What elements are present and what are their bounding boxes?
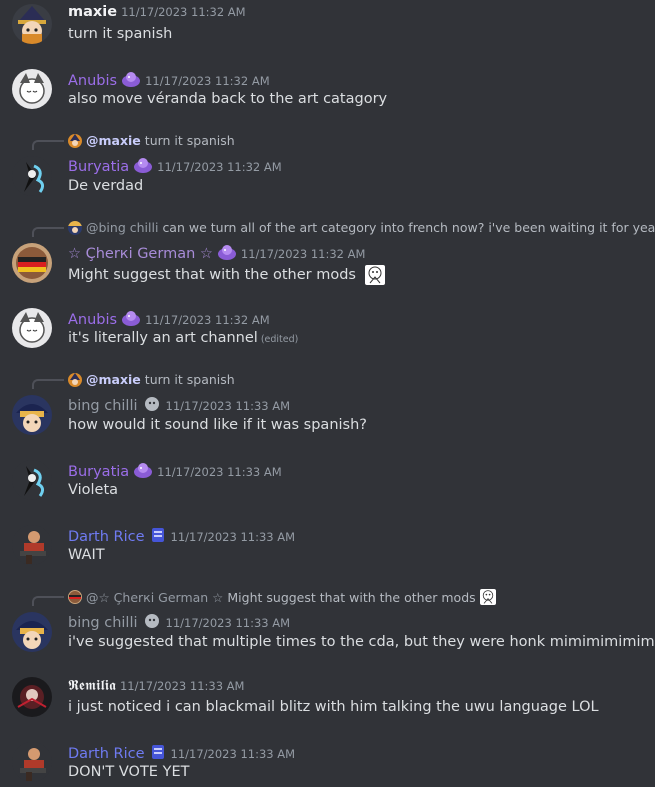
role-icon — [142, 612, 162, 634]
timestamp: 11/17/2023 11:33 AM — [170, 530, 296, 544]
reply-spine — [32, 596, 64, 606]
author-name[interactable]: bing chilli — [68, 615, 138, 631]
avatar[interactable] — [12, 460, 52, 500]
avatar[interactable] — [12, 742, 52, 782]
avatar[interactable] — [12, 69, 52, 109]
timestamp: 11/17/2023 11:33 AM — [165, 399, 291, 413]
message-text: how would it sound like if it was spanis… — [68, 417, 367, 433]
role-icon — [142, 395, 162, 417]
reply-text: turn it spanish — [144, 372, 235, 387]
message-text: De verdad — [68, 178, 144, 194]
author-name[interactable]: Buryatia — [68, 464, 129, 480]
avatar[interactable] — [12, 4, 52, 44]
author-name[interactable]: Darth Rice — [68, 746, 145, 762]
role-icon — [121, 70, 141, 92]
reply-avatar — [68, 372, 82, 387]
author-name[interactable]: Anubis — [68, 312, 117, 328]
message-text-content: it's literally an art channel — [68, 330, 258, 346]
reply-mention[interactable]: @☆ Çherкi German ☆ — [86, 590, 223, 605]
role-icon — [133, 461, 153, 483]
timestamp: 11/17/2023 11:32 AM — [145, 313, 270, 327]
author-name[interactable]: 𝕽𝖊𝖒𝖎𝖑𝖎𝖆 — [68, 678, 116, 694]
message-text: Violeta — [68, 482, 119, 498]
edited-label: (edited) — [260, 334, 299, 345]
message-text: WAIT — [68, 547, 105, 563]
author-name[interactable]: Buryatia — [68, 159, 129, 175]
timestamp: 11/17/2023 11:33 AM — [119, 679, 245, 693]
author-name[interactable]: ☆ Çherкi German ☆ — [68, 246, 213, 262]
reply-avatar — [68, 590, 82, 604]
face-emoji-icon — [479, 589, 496, 605]
timestamp: 11/17/2023 11:32 AM — [240, 247, 366, 261]
reply-preview[interactable]: @maxie turn it spanish — [68, 372, 235, 387]
timestamp: 11/17/2023 11:32 AM — [121, 5, 246, 19]
message-text: Might suggest that with the other mods — [68, 265, 385, 285]
avatar[interactable] — [12, 395, 52, 435]
reply-spine — [32, 379, 64, 389]
author-name[interactable]: bing chilli — [68, 398, 138, 414]
timestamp: 11/17/2023 11:32 AM — [145, 74, 270, 88]
avatar[interactable] — [12, 243, 52, 283]
role-icon — [121, 309, 141, 331]
reply-mention[interactable]: @bing chilli — [86, 220, 158, 235]
timestamp: 11/17/2023 11:33 AM — [170, 747, 296, 761]
face-emoji-icon — [364, 265, 385, 285]
avatar[interactable] — [12, 308, 52, 348]
message-text: i've suggested that multiple times to th… — [68, 634, 655, 650]
author-name[interactable]: maxie — [68, 4, 117, 20]
message-text: it's literally an art channel (edited) — [68, 330, 298, 346]
reply-text: turn it spanish — [144, 133, 235, 148]
avatar[interactable] — [12, 525, 52, 565]
avatar[interactable] — [12, 156, 52, 196]
message-text: also move véranda back to the art catago… — [68, 91, 388, 107]
chat-log: maxie 11/17/2023 11:32 AM turn it spanis… — [0, 0, 655, 787]
avatar[interactable] — [12, 677, 52, 717]
timestamp: 11/17/2023 11:33 AM — [165, 616, 291, 630]
reply-text: can we turn all of the art category into… — [162, 220, 655, 235]
message-text: turn it spanish — [68, 26, 173, 42]
reply-spine — [32, 227, 64, 237]
reply-text: Might suggest that with the other mods — [227, 589, 476, 605]
timestamp: 11/17/2023 11:32 AM — [157, 160, 282, 174]
role-icon — [149, 743, 167, 765]
message-text: DON'T VOTE YET — [68, 764, 190, 780]
author-name[interactable]: Anubis — [68, 73, 117, 89]
reply-mention[interactable]: @maxie — [86, 133, 141, 148]
role-icon — [217, 243, 237, 265]
role-icon — [149, 526, 167, 548]
timestamp: 11/17/2023 11:33 AM — [157, 465, 282, 479]
reply-mention[interactable]: @maxie — [86, 372, 141, 387]
role-icon — [133, 156, 153, 178]
message-text: i just noticed i can blackmail blitz wit… — [68, 699, 599, 715]
reply-preview[interactable]: @maxie turn it spanish — [68, 133, 235, 148]
message-text-content: Might suggest that with the other mods — [68, 267, 356, 283]
reply-avatar — [68, 220, 82, 235]
author-name[interactable]: Darth Rice — [68, 529, 145, 545]
reply-spine — [32, 140, 64, 150]
reply-avatar — [68, 133, 82, 148]
avatar[interactable] — [12, 612, 52, 652]
reply-preview[interactable]: @☆ Çherкi German ☆ Might suggest that wi… — [68, 589, 496, 605]
reply-preview[interactable]: @bing chilli can we turn all of the art … — [68, 220, 655, 235]
